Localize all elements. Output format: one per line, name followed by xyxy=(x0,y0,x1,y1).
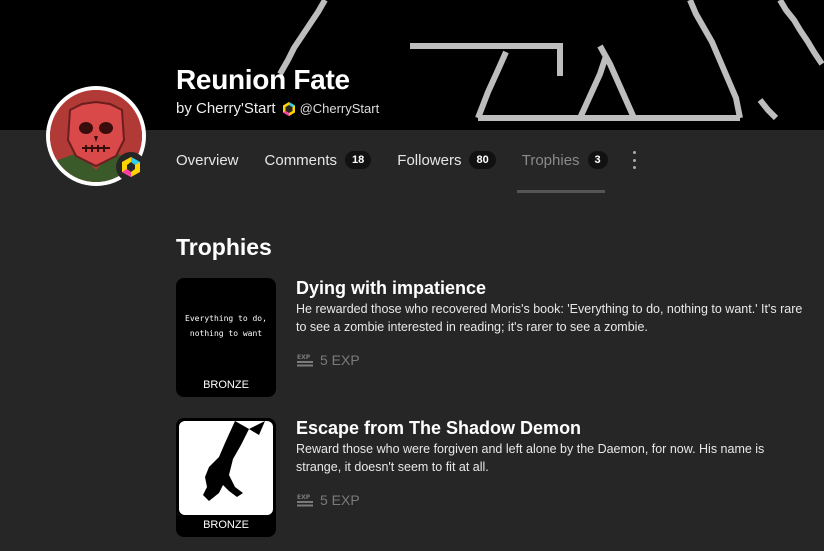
author-handle[interactable]: @CherryStart xyxy=(300,101,380,116)
count-badge: 80 xyxy=(469,151,496,169)
verified-badge-icon xyxy=(282,101,295,116)
image-text-line: nothing to want xyxy=(189,329,263,338)
count-badge: 18 xyxy=(345,151,372,169)
author-name[interactable]: by Cherry'Start xyxy=(176,100,276,117)
byline: by Cherry'Start @CherryStart xyxy=(176,100,379,117)
more-options-icon[interactable] xyxy=(630,151,638,169)
trophy-exp: EXP 5 EXP xyxy=(296,492,360,508)
tab-followers[interactable]: Followers 80 xyxy=(397,148,496,172)
trophy-tier: BRONZE xyxy=(203,519,249,531)
count-badge: 3 xyxy=(587,151,608,169)
exp-value: 5 EXP xyxy=(320,352,360,368)
trophy-description: He rewarded those who recovered Moris's … xyxy=(296,302,803,334)
pixel-text-image: Everything to do, nothing to want xyxy=(179,281,273,375)
game-title: Reunion Fate xyxy=(176,64,350,95)
exp-icon: EXP xyxy=(297,354,313,367)
tab-label: Followers xyxy=(397,151,462,169)
tab-trophies[interactable]: Trophies 3 xyxy=(522,148,608,172)
svg-text:EXP: EXP xyxy=(297,494,311,501)
exp-value: 5 EXP xyxy=(320,492,360,508)
shadow-claw-image xyxy=(179,421,273,515)
trophy-title: Dying with impatience xyxy=(296,278,487,298)
trophy-exp: EXP 5 EXP xyxy=(296,352,360,368)
trophy-item[interactable]: Everything to do, nothing to want BRONZE… xyxy=(176,278,816,398)
trophy-item[interactable]: BRONZE Escape from The Shadow Demon Rewa… xyxy=(176,418,816,538)
hexagon-badge-icon xyxy=(122,157,140,177)
tab-label: Comments xyxy=(264,151,338,169)
trophy-thumbnail: BRONZE xyxy=(176,418,276,537)
trophy-tier: BRONZE xyxy=(203,379,249,391)
exp-icon: EXP xyxy=(297,494,313,507)
profile-tabs: Overview Comments 18 Followers 80 Trophi… xyxy=(176,148,634,172)
section-title: Trophies xyxy=(176,234,272,260)
avatar-badge xyxy=(116,152,146,182)
active-tab-indicator xyxy=(517,190,605,193)
trophy-title: Escape from The Shadow Demon xyxy=(296,418,582,438)
svg-text:EXP: EXP xyxy=(297,354,311,361)
trophy-thumbnail: Everything to do, nothing to want BRONZE xyxy=(176,278,276,397)
tab-label: Overview xyxy=(176,151,239,169)
tab-comments[interactable]: Comments 18 xyxy=(265,148,372,172)
image-text-line: Everything to do, xyxy=(185,314,267,323)
tab-label: Trophies xyxy=(521,151,580,169)
trophy-description: Reward those who were forgiven and left … xyxy=(296,442,765,474)
tab-overview[interactable]: Overview xyxy=(176,148,239,172)
